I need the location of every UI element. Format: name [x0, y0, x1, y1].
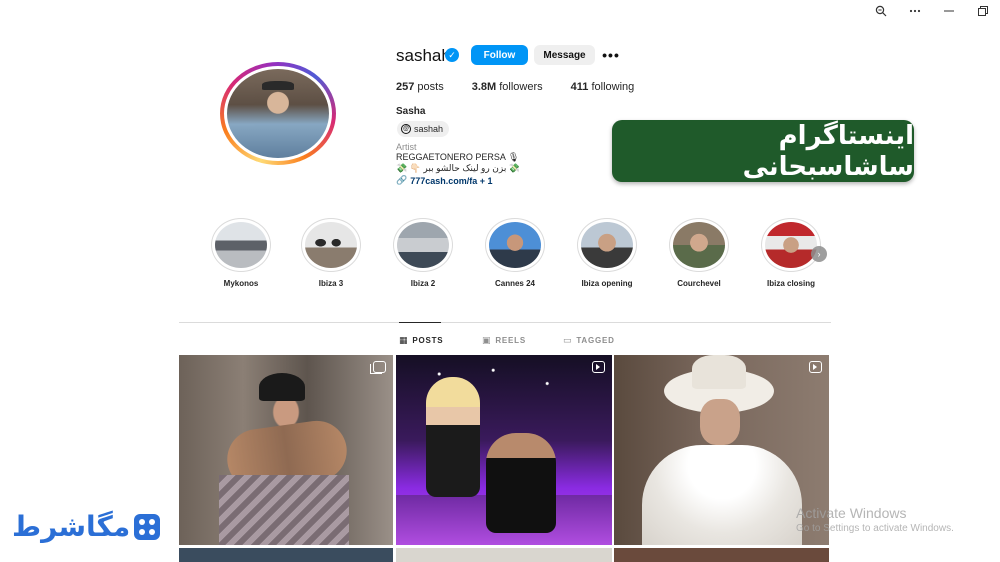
reel-icon [592, 361, 605, 373]
profile-full-name: Sasha [396, 106, 426, 117]
avatar-photo [227, 69, 329, 158]
threads-handle: sashah [414, 124, 444, 134]
active-tab-indicator [399, 322, 441, 323]
following-count: 411 [570, 81, 589, 93]
followers-stat[interactable]: 3.8M followers [472, 81, 543, 93]
profile-stats: 257 posts 3.8M followers 411 following [396, 81, 662, 93]
post-thumbnail[interactable] [614, 548, 829, 562]
message-button[interactable]: Message [534, 45, 595, 65]
following-stat[interactable]: 411 following [571, 81, 635, 93]
follow-button[interactable]: Follow [471, 45, 528, 65]
post-thumbnail[interactable] [396, 355, 612, 545]
highlight-item[interactable]: Ibiza 2 [387, 218, 459, 288]
profile-username: sashah [396, 46, 451, 65]
posts-count: 257 [396, 81, 415, 93]
highlight-cover [397, 222, 449, 268]
bio-line-2: 💸 بزن رو لینک حالشو ببر 👇🏻 💸 [396, 163, 521, 173]
tab-posts-label: POSTS [412, 336, 444, 345]
more-icon[interactable] [898, 0, 932, 22]
highlight-item[interactable]: Ibiza 3 [295, 218, 367, 288]
highlight-label: Ibiza 2 [410, 279, 436, 288]
highlight-cover [215, 222, 267, 268]
more-options-icon[interactable]: ••• [601, 45, 621, 65]
profile-link[interactable]: 🔗 777cash.com/fa + 1 [396, 175, 493, 186]
highlight-label: Courchevel [677, 279, 721, 288]
followers-count: 3.8M [471, 81, 497, 93]
tab-posts[interactable]: ▦ POSTS [399, 335, 443, 346]
zoom-icon[interactable] [864, 0, 898, 22]
highlight-item[interactable]: Courchevel [663, 218, 735, 288]
post-thumbnail[interactable] [396, 548, 612, 562]
post-thumbnail[interactable] [179, 548, 393, 562]
site-logo: مگاشرط [12, 510, 161, 543]
posts-label: posts [417, 81, 444, 93]
highlight-cover [673, 222, 725, 268]
grid-icon: ▦ [399, 335, 409, 345]
highlight-label: Cannes 24 [494, 279, 536, 288]
tab-reels[interactable]: ▣ REELS [482, 335, 526, 346]
highlight-cover [765, 222, 817, 268]
highlight-cover [581, 222, 633, 268]
activate-windows-subtitle: Go to Settings to activate Windows. [796, 523, 954, 534]
minimize-icon[interactable] [932, 0, 966, 22]
following-label: following [591, 81, 635, 93]
chevron-right-icon[interactable]: › [811, 246, 827, 262]
highlight-label: Mykonos [223, 279, 259, 288]
tagged-icon: ▭ [563, 335, 573, 345]
threads-icon: @ [401, 124, 411, 134]
instagram-profile-screen: sashah ✓ Follow Message ••• 257 posts 3.… [0, 0, 1000, 562]
post-thumbnail[interactable] [179, 355, 393, 545]
carousel-icon [370, 361, 386, 374]
bio-line-1: REGGAETONERO PERSA 🎙 [396, 152, 520, 162]
logo-dice-icon [134, 513, 161, 540]
restore-icon[interactable] [966, 0, 1000, 22]
followers-label: followers [499, 81, 543, 93]
tab-reels-label: REELS [495, 336, 526, 345]
highlight-label: Ibiza opening [581, 279, 633, 288]
highlight-item[interactable]: Ibiza opening [571, 218, 643, 288]
profile-link-text: 777cash.com/fa + 1 [410, 175, 493, 186]
reel-icon [809, 361, 822, 373]
highlight-label: Ibiza 3 [318, 279, 344, 288]
tab-tagged[interactable]: ▭ TAGGED [563, 335, 615, 346]
profile-category: Artist [396, 142, 417, 152]
threads-badge[interactable]: @ sashah [397, 121, 450, 137]
window-controls [864, 0, 1000, 22]
highlight-cover [305, 222, 357, 268]
title-banner: اینستاگرام ساشاسبحانی [612, 120, 914, 182]
link-icon: 🔗 [396, 175, 408, 185]
highlight-cover [489, 222, 541, 268]
posts-stat: 257 posts [396, 81, 444, 93]
tabs-divider [179, 322, 831, 323]
highlight-label: Ibiza closing [766, 279, 815, 288]
logo-text: مگاشرط [12, 510, 131, 543]
verified-badge-icon: ✓ [445, 48, 459, 62]
activate-windows-title: Activate Windows [796, 505, 907, 521]
profile-avatar[interactable] [220, 62, 336, 165]
reels-icon: ▣ [482, 335, 492, 345]
highlight-item[interactable]: Cannes 24 [479, 218, 551, 288]
story-highlights: Mykonos Ibiza 3 Ibiza 2 Cannes 24 Ibiza … [205, 218, 835, 298]
highlight-item[interactable]: Mykonos [205, 218, 277, 288]
tab-tagged-label: TAGGED [576, 336, 615, 345]
